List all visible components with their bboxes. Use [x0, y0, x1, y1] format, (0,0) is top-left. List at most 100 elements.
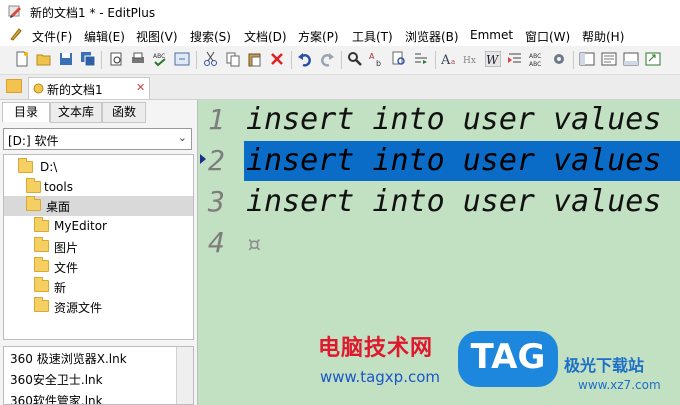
- window-title: 新的文档1 * - EditPlus: [30, 6, 156, 20]
- fullscreen-icon[interactable]: [645, 51, 661, 67]
- tree-node-label: 图片: [54, 241, 79, 255]
- tab-functions[interactable]: 函数: [102, 102, 146, 123]
- menu-document[interactable]: 文档(D): [244, 28, 287, 45]
- file-list-item[interactable]: 360软件管家.lnk: [10, 392, 103, 404]
- watermark-tag-label: TAG: [470, 337, 546, 377]
- cliptext-window-icon[interactable]: [601, 51, 617, 67]
- font-icon[interactable]: Aa: [441, 51, 457, 67]
- file-list-item[interactable]: 360安全卫士.lnk: [10, 371, 103, 388]
- undo-icon[interactable]: [297, 51, 313, 67]
- print-icon[interactable]: [130, 51, 146, 67]
- new-file-icon[interactable]: [14, 51, 30, 67]
- file-list-scrollbar[interactable]: [176, 347, 193, 404]
- toolbar-separator: [291, 51, 292, 69]
- toolbar-separator: [435, 51, 436, 69]
- folder-icon: [34, 257, 49, 272]
- tree-node-label: D:\: [40, 160, 58, 174]
- file-list-item[interactable]: 360 极速浏览器X.lnk: [10, 350, 127, 367]
- menu-project[interactable]: 方案(P): [298, 28, 339, 45]
- tree-node-label: MyEditor: [54, 219, 107, 233]
- tab-new-document-1[interactable]: 新的文档1 ✕: [28, 77, 150, 99]
- directory-window-icon[interactable]: [579, 51, 595, 67]
- menu-view[interactable]: 视图(V): [136, 28, 178, 45]
- tab-cliptext[interactable]: 文本库: [50, 102, 102, 123]
- directory-tree: D:\ tools 桌面 MyEditor 图片 文件 新 资源文件: [3, 154, 194, 340]
- tree-node-resources[interactable]: 资源文件: [4, 297, 193, 317]
- menu-bar: 文件(F) 编辑(E) 视图(V) 搜索(S) 文档(D) 方案(P) 工具(T…: [0, 24, 680, 46]
- modified-document-icon: [33, 83, 44, 94]
- tree-node-files[interactable]: 文件: [4, 257, 193, 277]
- replace-icon[interactable]: Ab: [369, 51, 385, 67]
- spell-check-icon[interactable]: ABC: [152, 51, 168, 67]
- print-preview-icon[interactable]: [108, 51, 124, 67]
- find-in-files-icon[interactable]: [391, 51, 407, 67]
- toolbar-separator: [341, 51, 342, 69]
- editplus-app-icon: [8, 5, 21, 18]
- chevron-down-icon: ⌄: [177, 131, 187, 144]
- line-number: 1: [208, 103, 225, 136]
- svg-text:W: W: [486, 53, 500, 67]
- watermark-site-name: 电脑技术网: [318, 336, 434, 361]
- folder-icon: [34, 217, 49, 232]
- code-line[interactable]: insert into user values: [246, 102, 661, 137]
- tab-label: 新的文档1: [47, 83, 103, 97]
- word-wrap-icon[interactable]: W: [485, 51, 501, 67]
- watermark-brand-url: www.xz7.com: [578, 378, 661, 392]
- cut-icon[interactable]: [203, 51, 219, 67]
- menu-help[interactable]: 帮助(H): [582, 28, 624, 45]
- watermark-site-url: www.tagxp.com: [320, 368, 440, 386]
- menu-search[interactable]: 搜索(S): [190, 28, 231, 45]
- tree-node-tools[interactable]: tools: [4, 178, 193, 198]
- svg-text:a: a: [451, 58, 455, 66]
- save-all-icon[interactable]: [80, 51, 96, 67]
- end-of-file-marker: ¤: [246, 230, 262, 260]
- output-window-icon[interactable]: [623, 51, 639, 67]
- goto-line-icon[interactable]: [413, 51, 429, 67]
- menu-edit[interactable]: 编辑(E): [84, 28, 125, 45]
- tree-node-new[interactable]: 新: [4, 277, 193, 297]
- hex-view-icon[interactable]: Hx: [463, 51, 479, 67]
- menu-file[interactable]: 文件(F): [32, 28, 72, 45]
- tree-node-label: 桌面: [46, 200, 71, 214]
- tree-node-desktop[interactable]: 桌面: [4, 196, 193, 216]
- watermark-tag-badge: TAG: [458, 331, 558, 387]
- menu-browser[interactable]: 浏览器(B): [405, 28, 459, 45]
- paste-icon[interactable]: [247, 51, 263, 67]
- copy-icon[interactable]: [225, 51, 241, 67]
- folder-icon: [18, 158, 33, 173]
- save-icon[interactable]: [58, 51, 74, 67]
- tree-node-d-drive[interactable]: D:\: [4, 158, 193, 178]
- sidebar-tabs: 目录 文本库 函数: [0, 100, 197, 123]
- sidebar-panel: 目录 文本库 函数 [D:] 软件 ⌄ D:\ tools 桌面 MyEdito…: [0, 100, 198, 405]
- browser-view-icon[interactable]: [174, 51, 190, 67]
- drive-select-value: [D:] 软件: [8, 134, 59, 148]
- menu-tools[interactable]: 工具(T): [352, 28, 393, 45]
- tab-directory[interactable]: 目录: [2, 102, 50, 122]
- menu-emmet[interactable]: Emmet: [470, 28, 513, 42]
- close-tab-icon[interactable]: ✕: [136, 81, 145, 94]
- folder-icon: [34, 277, 49, 292]
- tree-node-pictures[interactable]: 图片: [4, 237, 193, 257]
- toolbar-separator: [101, 51, 102, 69]
- tree-node-myeditor[interactable]: MyEditor: [4, 217, 193, 237]
- settings-gear-icon[interactable]: [551, 51, 567, 67]
- tree-node-label: 新: [54, 281, 67, 295]
- menu-window[interactable]: 窗口(W): [525, 28, 570, 45]
- document-tab-bar: 新的文档1 ✕: [0, 75, 680, 100]
- code-line[interactable]: insert into user values: [246, 184, 661, 219]
- sort-icon[interactable]: ABCABC: [529, 51, 545, 67]
- drive-select[interactable]: [D:] 软件 ⌄: [3, 128, 192, 150]
- open-folder-icon[interactable]: [36, 51, 52, 67]
- code-line-selected[interactable]: insert into user values: [246, 143, 661, 178]
- tree-node-label: tools: [44, 180, 73, 194]
- svg-text:Hx: Hx: [463, 56, 476, 66]
- find-icon[interactable]: [347, 51, 363, 67]
- folder-open-icon: [26, 196, 41, 211]
- toolbar-separator: [196, 51, 197, 69]
- file-list: 360 极速浏览器X.lnk 360安全卫士.lnk 360软件管家.lnk: [3, 346, 194, 405]
- indent-icon[interactable]: [507, 51, 523, 67]
- delete-icon[interactable]: [269, 51, 285, 67]
- folder-icon: [6, 79, 22, 93]
- redo-icon[interactable]: [319, 51, 335, 67]
- line-number: 4: [208, 226, 225, 259]
